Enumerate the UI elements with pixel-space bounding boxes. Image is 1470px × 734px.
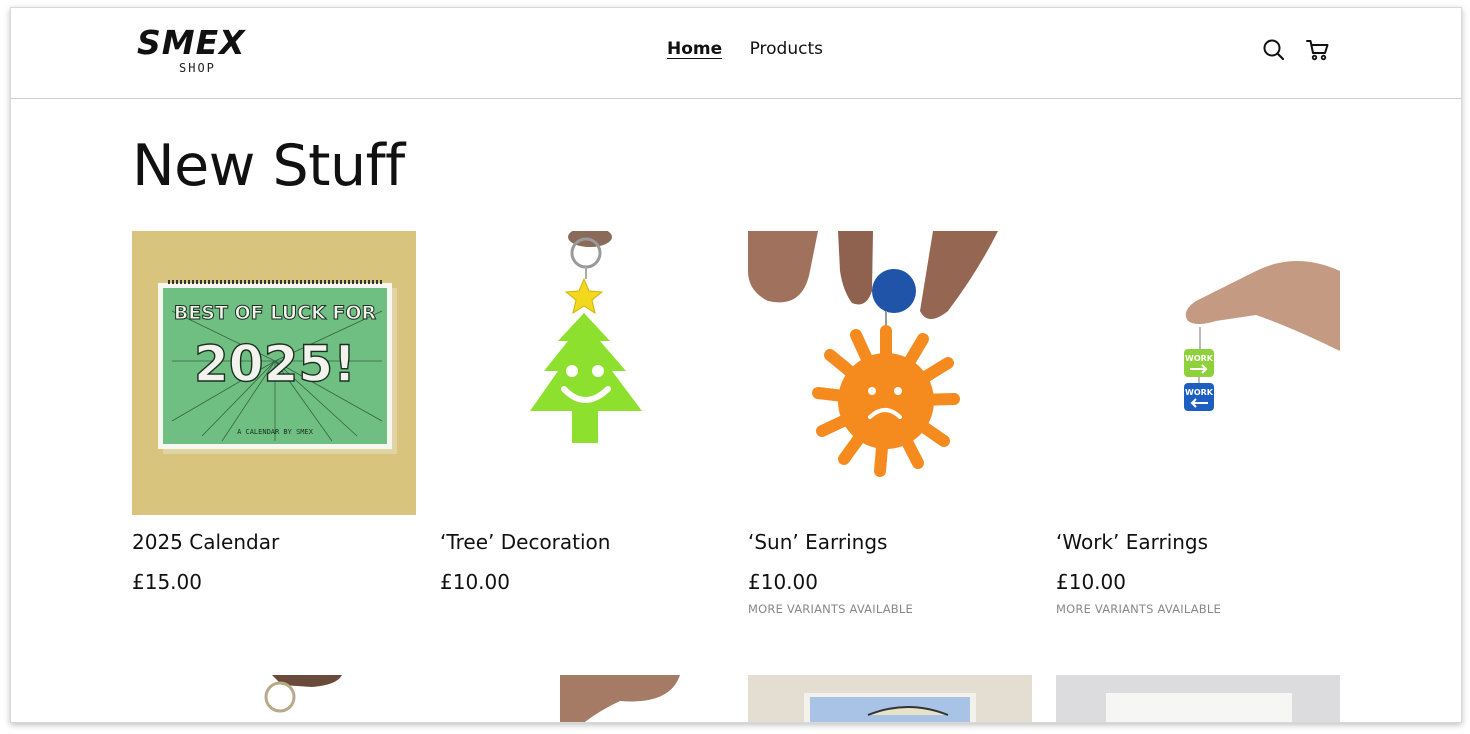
cart-icon[interactable] <box>1305 37 1331 63</box>
product-price: £10.00 <box>1056 570 1126 594</box>
product-card[interactable]: ‘Tree’ Decoration £10.00 <box>440 231 724 594</box>
product-image-partial[interactable] <box>132 675 416 722</box>
logo-wordmark: SMEX <box>137 23 246 62</box>
calendar-art-line3: A CALENDAR BY SMEX <box>237 428 314 436</box>
search-icon[interactable] <box>1261 37 1287 63</box>
product-title[interactable]: 2025 Calendar <box>132 530 279 554</box>
product-price: £15.00 <box>132 570 202 594</box>
product-image-sun[interactable] <box>748 231 1032 515</box>
product-card[interactable]: ‘Sun’ Earrings £10.00 MORE VARIANTS AVAI… <box>748 231 1032 616</box>
product-image-tree[interactable] <box>440 231 724 515</box>
variants-note: MORE VARIANTS AVAILABLE <box>748 602 913 616</box>
product-card[interactable]: BEST OF LUCK FOR 2025! A CALENDAR BY SME… <box>132 231 416 594</box>
product-card[interactable] <box>1056 675 1340 722</box>
nav-home-link[interactable]: Home <box>667 39 722 59</box>
product-price: £10.00 <box>440 570 510 594</box>
product-title[interactable]: ‘Tree’ Decoration <box>440 530 610 554</box>
browser-window: SMEX SHOP Home Products New Stuff BEST O… <box>10 7 1462 723</box>
product-image-partial[interactable] <box>440 675 724 722</box>
calendar-art-line1: BEST OF LUCK FOR <box>174 302 377 324</box>
logo-subtitle: SHOP <box>179 61 216 75</box>
product-card[interactable]: WORK WORK ‘Work’ Earrings £10.00 MORE VA… <box>1056 231 1340 616</box>
product-card[interactable] <box>748 675 1032 722</box>
work-art-top: WORK <box>1185 354 1214 363</box>
shop-logo[interactable]: SMEX SHOP <box>137 24 267 78</box>
product-image-work[interactable]: WORK WORK <box>1056 231 1340 515</box>
product-title[interactable]: ‘Sun’ Earrings <box>748 530 887 554</box>
site-header: SMEX SHOP Home Products <box>11 8 1461 99</box>
page-title: New Stuff <box>132 133 405 199</box>
calendar-art-line2: 2025! <box>194 335 356 393</box>
product-card[interactable] <box>132 675 416 722</box>
nav-products-link[interactable]: Products <box>750 39 823 59</box>
product-image-calendar[interactable]: BEST OF LUCK FOR 2025! A CALENDAR BY SME… <box>132 231 416 515</box>
product-title[interactable]: ‘Work’ Earrings <box>1056 530 1208 554</box>
product-card[interactable] <box>440 675 724 722</box>
product-image-partial[interactable] <box>748 675 1032 722</box>
product-image-partial[interactable] <box>1056 675 1340 722</box>
variants-note: MORE VARIANTS AVAILABLE <box>1056 602 1221 616</box>
work-art-bottom: WORK <box>1185 388 1214 397</box>
main-nav: Home Products <box>667 39 845 59</box>
product-price: £10.00 <box>748 570 818 594</box>
